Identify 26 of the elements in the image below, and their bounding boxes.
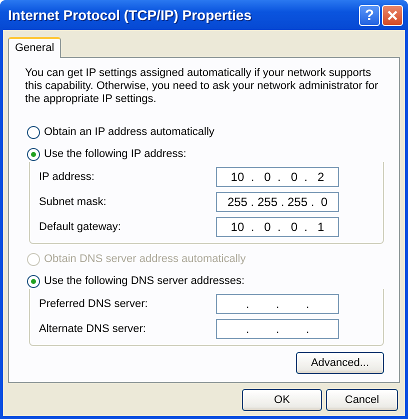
advanced-button[interactable]: Advanced... [296,352,384,374]
window-title: Internet Protocol (TCP/IP) Properties [8,7,252,23]
close-icon [387,10,398,20]
ip-address-field[interactable]: . . . [216,294,339,314]
ip-address-field[interactable]: 10 . 0 . 0 . 2 [216,167,339,187]
radio-button[interactable] [27,274,40,288]
field-label: Subnet mask: [39,196,106,208]
close-button[interactable] [382,4,403,26]
tab[interactable]: General [8,37,62,58]
field-label: Alternate DNS server: [39,323,146,335]
ip-address-field[interactable]: . . . [216,319,339,339]
field-label: Default gateway: [39,221,121,233]
radio-label: Use the following DNS server addresses: [44,275,245,287]
radio-button[interactable] [27,126,40,138]
radio-button[interactable] [27,148,40,160]
ok-button[interactable]: OK [242,389,322,411]
radio-label: Obtain an IP address automatically [44,126,214,138]
description-text: You can get IP settings assigned automatically if your network supports this capability. Otherwise, you need to ask your network administrator for the appropriate IP settings. [25,67,380,106]
radio-label: Obtain DNS server address automatically [44,253,246,265]
field-label: Preferred DNS server: [39,298,148,310]
ip-address-field[interactable]: 255 . 255 . 255 . 0 [216,192,339,212]
cancel-button[interactable]: Cancel [326,389,398,411]
radio-label: Use the following IP address: [44,148,186,160]
field-label: IP address: [39,171,94,183]
help-button[interactable]: ? [359,4,380,26]
ip-address-field[interactable]: 10 . 0 . 0 . 1 [216,217,339,237]
